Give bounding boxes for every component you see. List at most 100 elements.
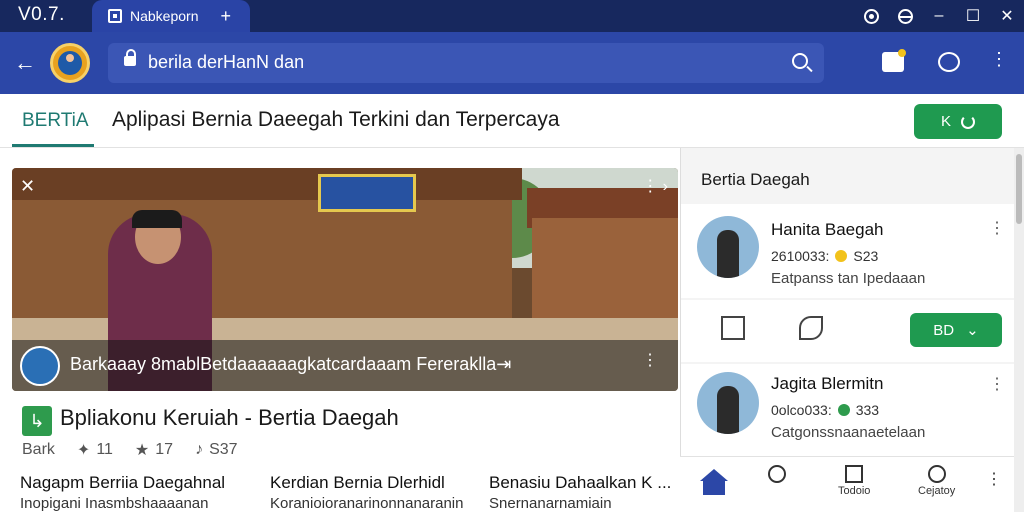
app-logo[interactable] <box>50 43 90 83</box>
action-row: BD ⌄ <box>681 300 1015 362</box>
item-stat: 0olco033: 333 <box>771 402 879 418</box>
window-controls: – ☐ ✕ <box>854 0 1024 32</box>
search-icon[interactable] <box>792 53 808 69</box>
meta-item[interactable]: ✦ 11 <box>77 440 113 460</box>
nav-history[interactable]: Cejatoy <box>918 465 955 497</box>
building-roof <box>12 168 522 200</box>
meta-item[interactable]: ♪ S37 <box>195 440 237 460</box>
refresh-button[interactable]: K <box>914 104 1002 139</box>
article-icon: ↳ <box>22 406 52 436</box>
avatar[interactable] <box>697 216 759 278</box>
list-item[interactable]: Hanita Baegah 2610033: S23 Eatpanss tan … <box>681 204 1015 298</box>
bd-button[interactable]: BD ⌄ <box>910 313 1002 347</box>
search-icon <box>768 465 786 483</box>
item-stat: 2610033: S23 <box>771 248 878 264</box>
list-item[interactable]: Kerdian Bernia Dlerhidl Koranioioranarin… <box>270 473 480 512</box>
meta-value: 11 <box>96 441 113 458</box>
edit-icon[interactable] <box>799 316 823 340</box>
chat-icon[interactable] <box>938 52 960 72</box>
stat-value: 2610033: <box>771 248 830 264</box>
version-label: V0.7. <box>18 4 65 25</box>
more-icon[interactable]: ⋮ <box>989 374 1005 394</box>
refresh-icon <box>961 114 975 129</box>
list-item[interactable]: Benasiu Dahaalkan K ... Snernanarnamiain <box>489 473 699 512</box>
list-item[interactable]: Jagita Blermitn 0olco033: 333 Catgonssna… <box>681 364 1015 456</box>
page-icon <box>108 9 122 23</box>
article-meta: Bark ✦ 11 ★ 17 ♪ S37 <box>22 440 238 460</box>
card-subtitle: Snernanarnamiain <box>489 495 612 512</box>
more-icon[interactable]: ⋮ <box>642 350 658 370</box>
badge-icon <box>837 404 850 416</box>
stat-value: S23 <box>853 248 879 264</box>
more-icon[interactable]: ⋮ <box>989 218 1005 238</box>
close-icon[interactable]: ✕ <box>990 0 1024 32</box>
article-title[interactable]: Bpliakonu Keruiah - Bertia Daegah <box>60 405 399 431</box>
chart-icon[interactable] <box>721 316 745 340</box>
bottom-nav: Todoio Cejatoy ⋮ <box>680 456 1014 512</box>
meta-item[interactable]: Bark <box>22 440 55 460</box>
share-icon: ✦ <box>76 442 91 459</box>
meta-value: 17 <box>155 441 174 458</box>
card-title: Kerdian Bernia Dlerhidl <box>270 473 445 492</box>
list-item[interactable]: Nagapm Berriia Daegahnal Inopigani Inasm… <box>20 473 230 512</box>
chevron-down-icon: ⌄ <box>966 322 979 339</box>
house-shape <box>532 218 678 328</box>
badge-icon <box>835 250 848 262</box>
page-title: Aplipasi Bernia Daeegah Terkini dan Terp… <box>112 108 560 131</box>
back-icon[interactable]: ← <box>14 50 36 76</box>
person-cap <box>132 210 182 228</box>
tab-label: Nabkeporn <box>130 8 199 24</box>
meta-value: S37 <box>209 441 238 458</box>
url-text[interactable]: berila derHanN dan <box>148 52 304 73</box>
browser-tab[interactable]: Nabkeporn + <box>92 0 250 32</box>
card-subtitle: Koranioioranarinonnanaranin <box>270 495 464 512</box>
globe-icon[interactable] <box>888 0 922 32</box>
more-menu-icon[interactable]: ⋮ <box>990 49 1008 70</box>
extension-icon[interactable] <box>882 49 906 72</box>
active-tab-indicator <box>12 144 94 147</box>
gallery-nav-icon[interactable]: ⋮ › <box>642 176 668 196</box>
audio-icon: ♪ <box>195 441 204 458</box>
sign-board <box>318 174 416 212</box>
collapse-icon[interactable]: ✕ <box>20 176 35 197</box>
hero-image[interactable]: ✕ ⋮ › Barkaaay 8mablBetdaaaaaagkatcardaa… <box>12 168 678 391</box>
meta-item[interactable]: ★ 17 <box>135 440 173 460</box>
minimize-icon[interactable]: – <box>922 0 956 32</box>
button-label: K <box>940 113 951 130</box>
item-desc: Catgonssnaanaetelaan <box>771 424 926 441</box>
nav-todo[interactable]: Todoio <box>838 465 870 497</box>
nav-bar: ← berila derHanN dan ⋮ <box>0 32 1024 94</box>
brand-tab[interactable]: BERTiA <box>22 110 89 132</box>
item-name: Jagita Blermitn <box>771 374 884 393</box>
maximize-icon[interactable]: ☐ <box>956 0 990 32</box>
more-icon[interactable]: ⋮ <box>986 469 1002 489</box>
calendar-icon <box>845 465 864 483</box>
stat-value: 0olco033: <box>771 402 832 418</box>
new-tab-icon[interactable]: + <box>221 6 232 27</box>
caption-text[interactable]: Barkaaay 8mablBetdaaaaaagkatcardaaam Fer… <box>70 354 511 375</box>
lock-icon <box>124 49 136 66</box>
avatar[interactable] <box>697 372 759 434</box>
meta-value: Bark <box>22 441 55 458</box>
panel-title: Bertia Daegah <box>701 170 810 189</box>
card-subtitle: Inopigani Inasmbshaaaanan <box>20 495 209 512</box>
scrollbar[interactable] <box>1014 148 1024 512</box>
item-name: Hanita Baegah <box>771 220 884 239</box>
stat-value: 333 <box>855 402 880 418</box>
item-desc: Eatpanss tan Ipedaaan <box>771 270 926 287</box>
card-title: Nagapm Berriia Daegahnal <box>20 473 226 492</box>
nav-search[interactable] <box>768 465 786 485</box>
logo-figure-icon <box>58 51 82 75</box>
home-icon-body <box>703 481 725 495</box>
nav-label: Todoio <box>838 485 871 497</box>
record-icon[interactable] <box>854 0 888 32</box>
avatar[interactable] <box>20 346 60 386</box>
scrollbar-thumb[interactable] <box>1016 154 1022 224</box>
clock-icon <box>927 465 946 483</box>
card-title: Benasiu Dahaalkan K ... <box>489 473 672 492</box>
star-icon: ★ <box>134 442 150 459</box>
address-bar[interactable]: berila derHanN dan <box>108 43 824 83</box>
nav-home[interactable] <box>700 465 728 495</box>
button-label: BD <box>933 321 955 339</box>
home-icon <box>700 469 728 481</box>
